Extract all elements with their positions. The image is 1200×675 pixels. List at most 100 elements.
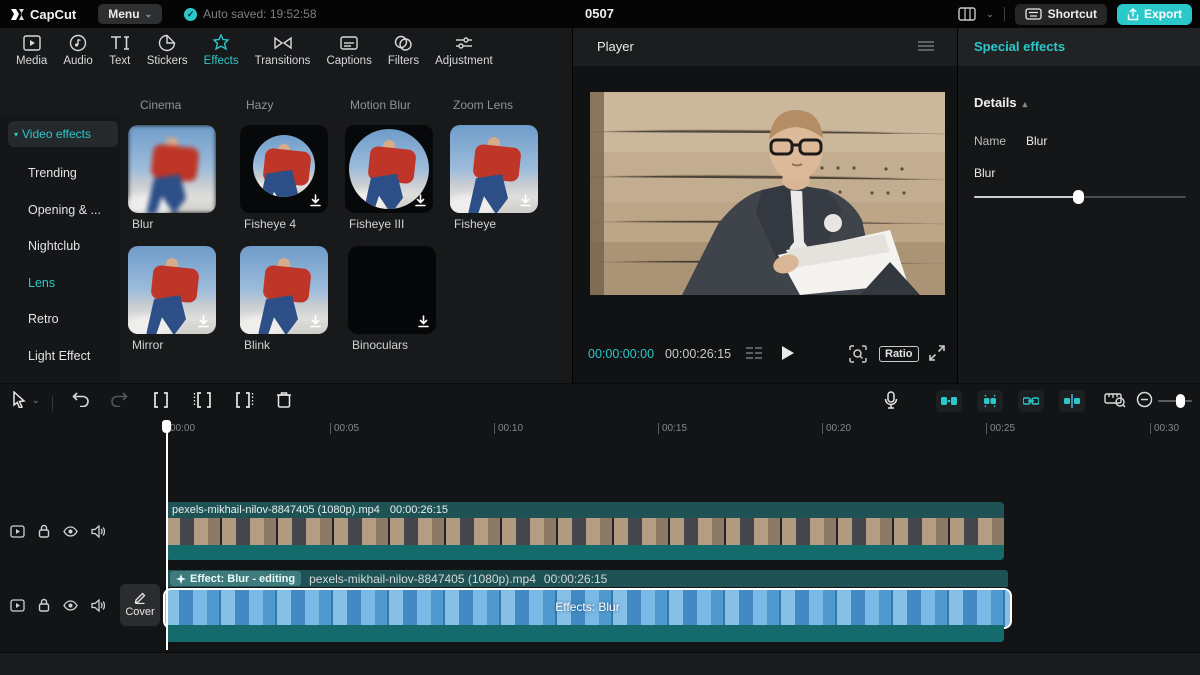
video-preview[interactable] bbox=[590, 92, 945, 295]
sidebar-item-light-effect[interactable]: Light Effect bbox=[28, 349, 90, 363]
undo-icon[interactable] bbox=[72, 391, 90, 407]
effect-thumb-blur[interactable] bbox=[128, 125, 216, 213]
layout-chevron-icon[interactable]: ⌄ bbox=[986, 9, 994, 20]
preview-quality-icon[interactable] bbox=[849, 345, 867, 363]
delete-right-icon[interactable] bbox=[234, 391, 254, 409]
menu-button[interactable]: Menu ⌄ bbox=[98, 4, 162, 24]
timeline-bottom-strip bbox=[0, 652, 1200, 675]
capcut-logo-icon bbox=[10, 8, 25, 21]
transitions-icon bbox=[273, 34, 293, 52]
split-icon[interactable] bbox=[152, 391, 170, 409]
tab-text[interactable]: Text bbox=[101, 30, 139, 71]
export-button[interactable]: Export bbox=[1117, 4, 1192, 25]
check-circle-icon: ✓ bbox=[184, 8, 197, 21]
sticker-icon bbox=[157, 34, 177, 52]
playhead-handle[interactable] bbox=[162, 420, 171, 433]
tab-transitions-label: Transitions bbox=[255, 55, 311, 67]
shortcut-button[interactable]: Shortcut bbox=[1015, 4, 1107, 25]
zoom-to-fit-icon[interactable] bbox=[1104, 391, 1126, 408]
sidebar-item-lens[interactable]: Lens bbox=[28, 276, 55, 290]
effect-thumb-binoculars[interactable] bbox=[348, 246, 436, 334]
effect-thumb-mirror[interactable] bbox=[128, 246, 216, 334]
sidebar-item-trending[interactable]: Trending bbox=[28, 166, 77, 180]
eye-icon[interactable] bbox=[63, 600, 78, 611]
sidebar-video-effects[interactable]: ▾ Video effects bbox=[8, 121, 118, 147]
details-section-toggle[interactable]: Details▴ bbox=[974, 95, 1027, 110]
tab-filters[interactable]: Filters bbox=[380, 30, 427, 71]
sidebar-item-opening[interactable]: Opening & ... bbox=[28, 203, 101, 217]
play-button[interactable] bbox=[781, 345, 795, 361]
preview-axis-toggle[interactable] bbox=[1059, 390, 1085, 412]
sidebar-item-nightclub[interactable]: Nightclub bbox=[28, 239, 80, 253]
tab-captions-label: Captions bbox=[326, 55, 371, 67]
speaker-icon[interactable] bbox=[91, 599, 105, 612]
speaker-icon[interactable] bbox=[91, 525, 105, 538]
effect-thumb-fisheye-4[interactable] bbox=[240, 125, 328, 213]
lock-icon[interactable] bbox=[38, 598, 50, 612]
player-title: Player bbox=[597, 39, 634, 54]
effect-name: Mirror bbox=[132, 338, 232, 352]
download-icon bbox=[308, 314, 323, 329]
category-hazy[interactable]: Hazy bbox=[246, 98, 273, 112]
playhead-line[interactable] bbox=[166, 422, 168, 650]
effect-clip-audio-strip bbox=[166, 625, 1004, 642]
ratio-button[interactable]: Ratio bbox=[879, 346, 919, 362]
category-motion-blur[interactable]: Motion Blur bbox=[350, 98, 411, 112]
effect-thumb-blink[interactable] bbox=[240, 246, 328, 334]
link-clips-toggle[interactable] bbox=[1018, 390, 1044, 412]
category-cinema[interactable]: Cinema bbox=[140, 98, 181, 112]
export-icon bbox=[1127, 8, 1139, 21]
tab-stickers[interactable]: Stickers bbox=[139, 30, 196, 71]
blur-slider[interactable] bbox=[974, 190, 1186, 204]
video-clip-filename: pexels-mikhail-nilov-8847405 (1080p).mp4 bbox=[172, 504, 380, 516]
player-menu-icon[interactable] bbox=[917, 40, 935, 52]
cursor-chevron-icon[interactable]: ⌄ bbox=[32, 395, 40, 406]
track-type-icon bbox=[10, 525, 25, 538]
preview-axis-icon bbox=[1064, 394, 1080, 408]
project-title: 0507 bbox=[585, 6, 614, 21]
download-icon bbox=[308, 193, 323, 208]
sidebar-item-retro[interactable]: Retro bbox=[28, 312, 59, 326]
tab-transitions[interactable]: Transitions bbox=[247, 30, 319, 71]
delete-icon[interactable] bbox=[276, 391, 292, 409]
category-zoom-lens[interactable]: Zoom Lens bbox=[453, 98, 513, 112]
timeline-zoom-handle[interactable] bbox=[1176, 394, 1185, 408]
track-type-icon bbox=[10, 599, 25, 612]
effect-preview-image bbox=[253, 135, 315, 197]
fullscreen-icon[interactable] bbox=[929, 345, 945, 361]
time-ruler[interactable]: 00:00 00:05 00:10 00:15 00:20 00:25 00:3… bbox=[0, 420, 1200, 442]
magnetic-snap-toggle[interactable] bbox=[936, 390, 962, 412]
layout-icon[interactable] bbox=[958, 7, 976, 21]
duration-timecode: 00:00:26:15 bbox=[665, 347, 731, 361]
slider-track-empty bbox=[1078, 196, 1186, 198]
slider-handle[interactable] bbox=[1073, 190, 1084, 204]
tab-media[interactable]: Media bbox=[8, 30, 55, 71]
toolbar-divider bbox=[52, 396, 53, 411]
cover-button[interactable]: Cover bbox=[120, 584, 160, 626]
timeline-zoom-slider[interactable] bbox=[1158, 400, 1192, 402]
video-clip[interactable]: pexels-mikhail-nilov-8847405 (1080p).mp4… bbox=[166, 502, 1004, 560]
redo-icon[interactable] bbox=[110, 391, 128, 407]
lock-icon[interactable] bbox=[38, 524, 50, 538]
playback-lines-icon[interactable] bbox=[745, 345, 763, 361]
slider-track-filled bbox=[974, 196, 1078, 198]
zoom-out-icon[interactable] bbox=[1136, 391, 1153, 408]
topbar-divider bbox=[1004, 7, 1005, 21]
capcut-app: CapCut Menu ⌄ ✓ Auto saved: 19:52:58 050… bbox=[0, 0, 1200, 675]
effect-clip-selected[interactable]: Effects: Blur bbox=[163, 588, 1012, 629]
tab-adjustment[interactable]: Adjustment bbox=[427, 30, 501, 71]
media-icon bbox=[22, 34, 42, 52]
eye-icon[interactable] bbox=[63, 526, 78, 537]
effect-thumb-fisheye-iii[interactable] bbox=[345, 125, 433, 213]
capcut-logo: CapCut bbox=[10, 7, 76, 22]
tab-effects[interactable]: Effects bbox=[196, 30, 247, 71]
delete-left-icon[interactable] bbox=[193, 391, 213, 409]
auto-highlight-toggle[interactable] bbox=[977, 390, 1003, 412]
tab-audio[interactable]: Audio bbox=[55, 30, 100, 71]
select-cursor-icon[interactable] bbox=[12, 391, 27, 408]
link-icon bbox=[1023, 396, 1039, 406]
record-voiceover-icon[interactable] bbox=[884, 391, 898, 410]
video-frame bbox=[590, 92, 945, 295]
effect-thumb-fisheye[interactable] bbox=[450, 125, 538, 213]
tab-captions[interactable]: Captions bbox=[318, 30, 379, 71]
